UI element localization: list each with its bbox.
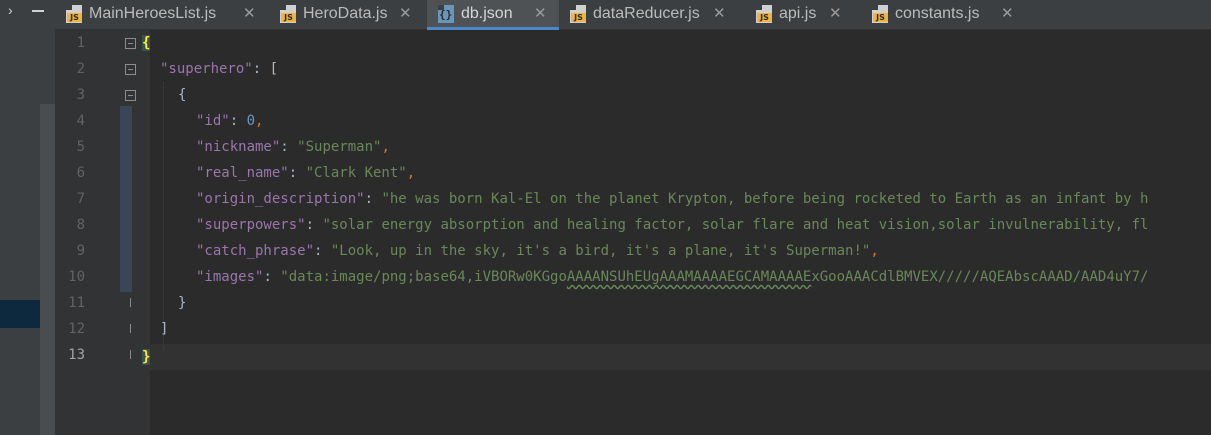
- code-line-11[interactable]: }: [178, 290, 186, 316]
- fold-collapse-icon[interactable]: [125, 90, 136, 101]
- json-key: "images": [196, 269, 264, 285]
- indent-guide: [163, 82, 164, 350]
- code-line-6[interactable]: "real_name": "Clark Kent",: [196, 160, 415, 186]
- json-string: xGooAAACdlBMVEX/////AQEAbscAAAD/AAD4uY7/: [811, 269, 1149, 285]
- json-string: "Look, up in the sky, it's a bird, it's …: [330, 243, 871, 259]
- line-number: 10: [68, 269, 85, 285]
- minimize-icon[interactable]: [32, 10, 44, 12]
- js-file-icon: JS: [872, 5, 888, 23]
- tab-label: api.js: [779, 5, 817, 22]
- line-number: 1: [76, 35, 85, 51]
- project-sidebar: ›: [0, 0, 55, 435]
- code-line-9[interactable]: "catch_phrase": "Look, up in the sky, it…: [196, 238, 879, 264]
- js-file-icon: JS: [66, 5, 82, 23]
- tab-label: constants.js: [895, 5, 980, 22]
- current-line-highlight: [150, 344, 1211, 370]
- line-number: 13: [68, 347, 85, 363]
- code-line-13[interactable]: }: [142, 344, 151, 370]
- json-key: "catch_phrase": [196, 243, 315, 259]
- code-line-1[interactable]: {: [142, 30, 151, 56]
- line-number: 9: [76, 243, 85, 259]
- line-number: 8: [76, 217, 85, 233]
- line-number: 2: [76, 61, 85, 77]
- json-key: "superpowers": [196, 217, 306, 233]
- code-line-10[interactable]: "images": "data:image/png;base64,iVBORw0…: [196, 264, 1148, 290]
- line-number: 5: [76, 139, 85, 155]
- fold-end-icon[interactable]: [130, 350, 131, 359]
- tab-label: HeroData.js: [303, 5, 388, 22]
- json-key: "superhero": [160, 61, 253, 77]
- json-key: "origin_description": [196, 191, 365, 207]
- code-line-4[interactable]: "id": 0,: [196, 108, 263, 134]
- fold-end-icon[interactable]: [130, 324, 131, 333]
- close-icon[interactable]: ✕: [1001, 4, 1014, 22]
- json-key: "real_name": [196, 165, 289, 181]
- code-line-2[interactable]: "superhero": [: [160, 56, 278, 82]
- json-string: "he was born Kal-El on the planet Krypto…: [381, 191, 1149, 207]
- close-icon[interactable]: ✕: [713, 4, 726, 22]
- close-icon[interactable]: ✕: [829, 4, 842, 22]
- modified-lines-marker: [120, 106, 132, 292]
- tab-api[interactable]: JS api.js ✕: [745, 0, 855, 29]
- js-file-icon: JS: [570, 5, 586, 23]
- code-line-12[interactable]: ]: [160, 316, 168, 342]
- sidebar-header[interactable]: ›: [8, 0, 48, 22]
- tab-datareducer[interactable]: JS dataReducer.js ✕: [559, 0, 739, 29]
- json-string: "Superman": [297, 139, 382, 155]
- fold-collapse-icon[interactable]: [125, 64, 136, 75]
- tab-label: db.json: [461, 5, 513, 22]
- tab-herodata[interactable]: JS HeroData.js ✕: [269, 0, 427, 29]
- tab-constants[interactable]: JS constants.js ✕: [861, 0, 1021, 29]
- code-line-8[interactable]: "superpowers": "solar energy absorption …: [196, 212, 1148, 238]
- code-line-5[interactable]: "nickname": "Superman",: [196, 134, 390, 160]
- spellcheck-underlined-text: AAAANSUhEUgAAAMAAAAEGCAMAAAAE: [566, 269, 812, 285]
- chevron-right-icon[interactable]: ›: [8, 2, 13, 18]
- line-number: 6: [76, 165, 85, 181]
- line-number: 12: [68, 321, 85, 337]
- line-number: 7: [76, 191, 85, 207]
- fold-end-icon[interactable]: [130, 298, 131, 307]
- tab-label: dataReducer.js: [593, 5, 700, 22]
- close-icon[interactable]: ✕: [243, 4, 256, 22]
- tab-label: MainHeroesList.js: [89, 5, 217, 22]
- active-tab-indicator: [427, 27, 559, 30]
- editor-tab-bar: JS MainHeroesList.js ✕ JS HeroData.js ✕ …: [55, 0, 1211, 30]
- json-string: "Clark Kent": [305, 165, 407, 181]
- js-file-icon: JS: [280, 5, 296, 23]
- json-string: "solar energy absorption and healing fac…: [322, 217, 1149, 233]
- tab-db-json[interactable]: {} db.json ✕: [427, 0, 559, 30]
- close-icon[interactable]: ✕: [534, 4, 547, 22]
- json-string: "data:image/png;base64,iVBORw0KGgo: [280, 269, 567, 285]
- tab-mainheroeslist[interactable]: JS MainHeroesList.js ✕: [55, 0, 269, 29]
- js-file-icon: JS: [756, 5, 772, 23]
- close-icon[interactable]: ✕: [399, 4, 412, 22]
- line-number: 4: [76, 113, 85, 129]
- json-key: "id": [196, 113, 230, 129]
- json-key: "nickname": [196, 139, 281, 155]
- code-line-3[interactable]: {: [178, 82, 186, 108]
- json-file-icon: {}: [438, 5, 454, 23]
- fold-collapse-icon[interactable]: [125, 38, 136, 49]
- sidebar-scrollbar[interactable]: [40, 104, 55, 435]
- code-line-7[interactable]: "origin_description": "he was born Kal-E…: [196, 186, 1148, 212]
- line-number: 11: [68, 295, 85, 311]
- line-number: 3: [76, 87, 85, 103]
- json-number: 0: [246, 113, 256, 129]
